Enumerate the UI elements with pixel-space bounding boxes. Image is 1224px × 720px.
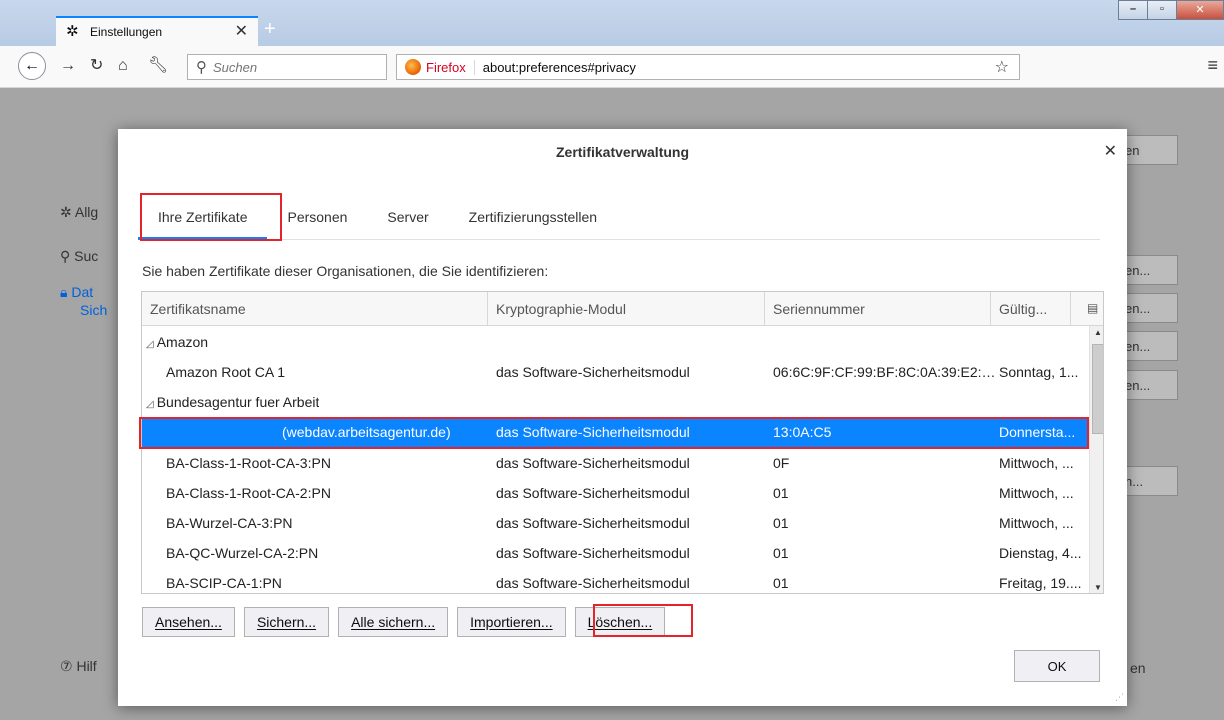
table-row[interactable]: BA-Class-1-Root-CA-2:PN das Software-Sic… — [142, 478, 1092, 508]
url-text[interactable]: about:preferences#privacy — [483, 60, 995, 75]
reload-icon[interactable]: ↻ — [90, 56, 103, 76]
twisty-icon: ◿ — [146, 399, 154, 410]
bg-button: en... — [1120, 370, 1178, 400]
scroll-down-icon[interactable]: ▼ — [1090, 583, 1103, 592]
maximize-button[interactable]: ▫ — [1147, 0, 1177, 20]
search-input[interactable] — [213, 59, 363, 75]
search-icon: ⚲ — [196, 59, 207, 76]
gear-icon: ✲ — [66, 23, 79, 40]
minimize-button[interactable]: – — [1118, 0, 1148, 20]
bg-text: en — [1130, 660, 1146, 676]
import-button[interactable]: Importieren... — [457, 607, 566, 637]
tab-einstellungen[interactable]: ✲ Einstellungen ✕ — [56, 16, 258, 46]
help-icon: ⑦ — [60, 658, 77, 674]
maximize-icon: ▫ — [1160, 3, 1164, 15]
column-header-serial[interactable]: Seriennummer — [765, 292, 991, 326]
url-bar[interactable]: Firefox about:preferences#privacy ☆ — [396, 54, 1020, 80]
table-row[interactable]: Amazon Root CA 1 das Software-Sicherheit… — [142, 357, 1092, 387]
highlight-frame-tab — [140, 193, 282, 241]
tree-group-row[interactable]: ◿ Amazon — [142, 327, 1092, 357]
table-row[interactable]: BA-Class-1-Root-CA-3:PN das Software-Sic… — [142, 448, 1092, 478]
table-row[interactable]: BA-QC-Wurzel-CA-2:PN das Software-Sicher… — [142, 538, 1092, 568]
firefox-logo-icon — [405, 59, 421, 75]
tree-group-row[interactable]: ◿ Bundesagentur fuer Arbeit — [142, 387, 1092, 417]
view-button[interactable]: Ansehen... — [142, 607, 235, 637]
twisty-icon: ◿ — [146, 339, 154, 350]
bg-button: en... — [1120, 293, 1178, 323]
tab-title: Einstellungen — [90, 25, 163, 39]
table-row[interactable]: BA-SCIP-CA-1:PN das Software-Sicherheits… — [142, 568, 1092, 593]
back-button[interactable]: ← — [18, 52, 46, 80]
gear-icon: ✲ — [60, 204, 75, 220]
tree-scrollbar[interactable]: ▲ ▼ — [1089, 326, 1103, 593]
resize-grip-icon[interactable]: ⋰ — [1115, 692, 1124, 703]
column-picker-icon[interactable]: ▤ — [1087, 301, 1098, 315]
scrollbar-thumb[interactable] — [1092, 344, 1103, 434]
highlight-frame-row — [139, 417, 1089, 449]
home-icon[interactable]: ⌂ — [118, 56, 128, 76]
column-header-name[interactable]: Zertifikatsname — [142, 292, 488, 326]
backup-button[interactable]: Sichern... — [243, 607, 330, 637]
bookmark-star-icon[interactable]: ☆ — [995, 57, 1009, 77]
forward-icon[interactable]: → — [60, 56, 76, 76]
intro-text: Sie haben Zertifikate dieser Organisatio… — [142, 263, 549, 279]
sidebar-item-search: ⚲ Suc — [60, 248, 99, 264]
arrow-left-icon: ← — [24, 57, 40, 74]
tree-header: Zertifikatsname Kryptographie-Modul Seri… — [142, 292, 1103, 326]
tab-servers[interactable]: Server — [367, 194, 448, 240]
bg-button: en... — [1120, 255, 1178, 285]
title-bar: ✲ Einstellungen ✕ + – ▫ ✕ — [0, 0, 1224, 46]
tab-people[interactable]: Personen — [267, 194, 367, 240]
dialog-title: Zertifikatverwaltung — [555, 144, 690, 160]
sidebar-item-privacy-line2: Sich — [80, 302, 108, 318]
window-controls: – ▫ ✕ — [1118, 0, 1224, 20]
scroll-up-icon[interactable]: ▲ — [1090, 328, 1103, 337]
close-tab-icon[interactable]: ✕ — [235, 24, 248, 40]
close-window-button[interactable]: ✕ — [1176, 0, 1224, 20]
backup-all-button[interactable]: Alle sichern... — [338, 607, 449, 637]
identity-label: Firefox — [426, 59, 475, 75]
new-tab-icon[interactable]: + — [264, 18, 276, 40]
sidebar-item-general: ✲ Allg — [60, 204, 99, 220]
search-box[interactable]: ⚲ — [187, 54, 387, 80]
sidebar-item-privacy: 🔒︎ Dat — [60, 284, 94, 300]
lock-icon: 🔒︎ — [60, 284, 72, 300]
sidebar-item-help: ⑦ Hilf — [60, 658, 97, 674]
tab-authorities[interactable]: Zertifizierungsstellen — [449, 194, 617, 240]
bg-button: n... — [1120, 466, 1178, 496]
navigation-bar: ← → ↻ ⌂ 🔧︎ ⚲ Firefox about:preferences#p… — [0, 46, 1224, 88]
highlight-frame-delete — [593, 604, 693, 637]
minimize-icon: – — [1129, 3, 1137, 15]
bg-button: en... — [1120, 331, 1178, 361]
column-header-module[interactable]: Kryptographie-Modul — [488, 292, 765, 326]
search-icon: ⚲ — [60, 248, 75, 264]
wrench-icon[interactable]: 🔧︎ — [148, 56, 168, 76]
certificate-tabs: Ihre Zertifikate Personen Server Zertifi… — [138, 194, 1100, 240]
bg-button: en — [1120, 135, 1178, 165]
ok-button[interactable]: OK — [1014, 650, 1100, 682]
column-header-valid[interactable]: Gültig... — [991, 292, 1071, 326]
close-dialog-icon[interactable]: ✕ — [1104, 141, 1117, 161]
close-icon: ✕ — [1195, 4, 1205, 16]
table-row[interactable]: BA-Wurzel-CA-3:PN das Software-Sicherhei… — [142, 508, 1092, 538]
hamburger-menu-icon[interactable]: ≡ — [1207, 55, 1218, 76]
